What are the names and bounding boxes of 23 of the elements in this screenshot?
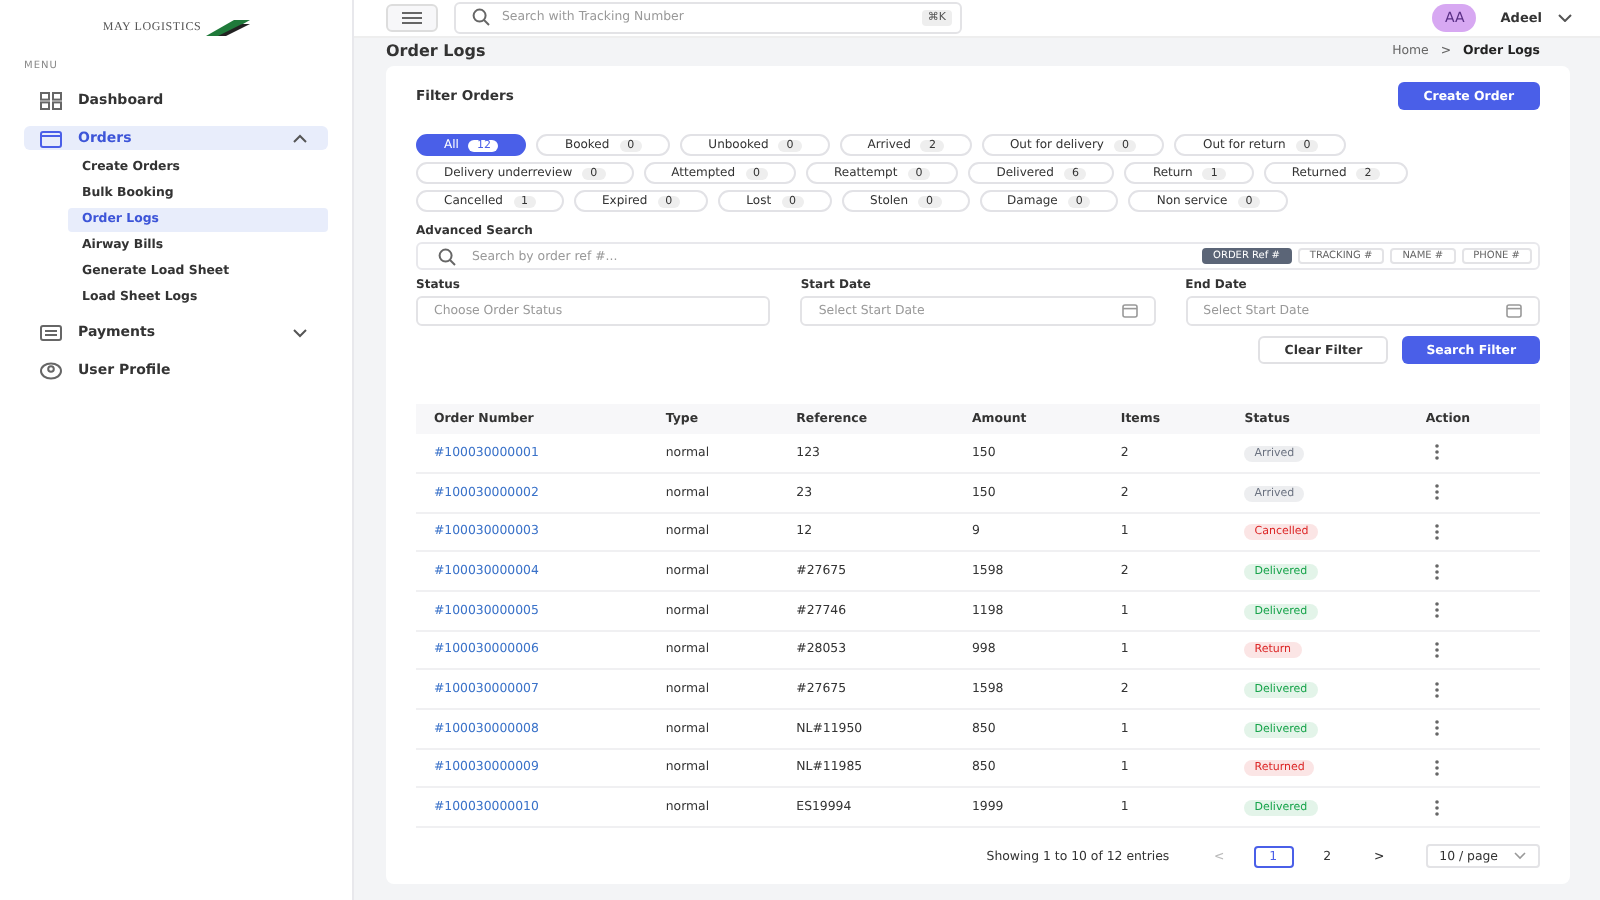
more-icon[interactable] xyxy=(1433,720,1440,737)
logo-icon xyxy=(205,18,250,38)
page-title: Order Logs xyxy=(386,42,486,61)
calendar-icon xyxy=(1121,304,1138,319)
more-icon[interactable] xyxy=(1433,523,1440,540)
calendar-icon xyxy=(1505,304,1522,319)
more-icon[interactable] xyxy=(1433,563,1440,580)
grid-icon xyxy=(40,91,62,109)
search-icon xyxy=(472,8,490,27)
more-icon[interactable] xyxy=(1433,759,1440,776)
search-icon xyxy=(438,247,456,266)
chevron-down-icon xyxy=(1558,13,1572,22)
more-icon[interactable] xyxy=(1433,602,1440,619)
more-icon[interactable] xyxy=(1433,484,1440,501)
more-icon[interactable] xyxy=(1433,799,1440,816)
more-icon[interactable] xyxy=(1433,444,1440,461)
calendar-icon xyxy=(40,129,62,147)
menu-icon xyxy=(402,11,422,24)
more-icon[interactable] xyxy=(1433,641,1440,658)
more-icon[interactable] xyxy=(1433,681,1440,698)
menu-button[interactable] xyxy=(386,3,438,32)
chevron-down-icon xyxy=(1514,852,1526,860)
card-icon xyxy=(40,323,62,341)
